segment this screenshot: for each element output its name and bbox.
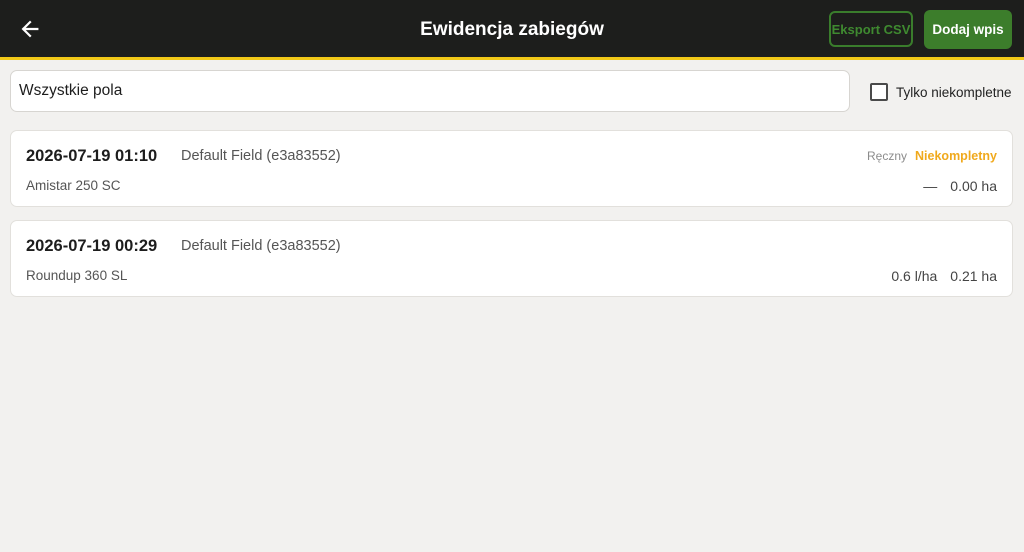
field-filter-value: Wszystkie pola (19, 82, 123, 99)
record-product: Roundup 360 SL (26, 268, 128, 283)
record-dose: 0.6 l/ha (891, 268, 938, 284)
record-dose: — (923, 178, 938, 194)
back-button[interactable] (14, 13, 46, 45)
arrow-left-icon (21, 20, 39, 38)
record-metrics: — 0.00 ha (923, 178, 997, 194)
field-filter-select[interactable]: Wszystkie pola (10, 70, 850, 112)
incomplete-only-checkbox[interactable] (870, 83, 888, 101)
record-datetime: 2026-07-19 00:29 (26, 237, 158, 255)
record-metrics: 0.6 l/ha 0.21 ha (891, 268, 997, 284)
incomplete-only-label: Tylko niekompletne (896, 84, 1012, 100)
record-status-badge: Niekompletny (915, 149, 997, 163)
record-badges: Ręczny Niekompletny (867, 149, 997, 163)
record-datetime: 2026-07-19 01:10 (26, 147, 158, 165)
record-product: Amistar 250 SC (26, 178, 121, 193)
record-area: 0.21 ha (950, 268, 997, 284)
incomplete-only-toggle[interactable]: Tylko niekompletne (870, 83, 1012, 101)
treatment-record-card[interactable]: 2026-07-19 01:10 Default Field (e3a83552… (10, 130, 1013, 207)
record-area: 0.00 ha (950, 178, 997, 194)
add-entry-button[interactable]: Dodaj wpis (924, 10, 1012, 49)
record-field: Default Field (e3a83552) (181, 148, 341, 164)
record-field: Default Field (e3a83552) (181, 238, 341, 254)
treatment-record-card[interactable]: 2026-07-19 00:29 Default Field (e3a83552… (10, 220, 1013, 297)
record-source-badge: Ręczny (867, 149, 908, 163)
app-bar: Ewidencja zabiegów Eksport CSV Dodaj wpi… (0, 0, 1024, 60)
export-csv-button[interactable]: Eksport CSV (829, 11, 913, 47)
